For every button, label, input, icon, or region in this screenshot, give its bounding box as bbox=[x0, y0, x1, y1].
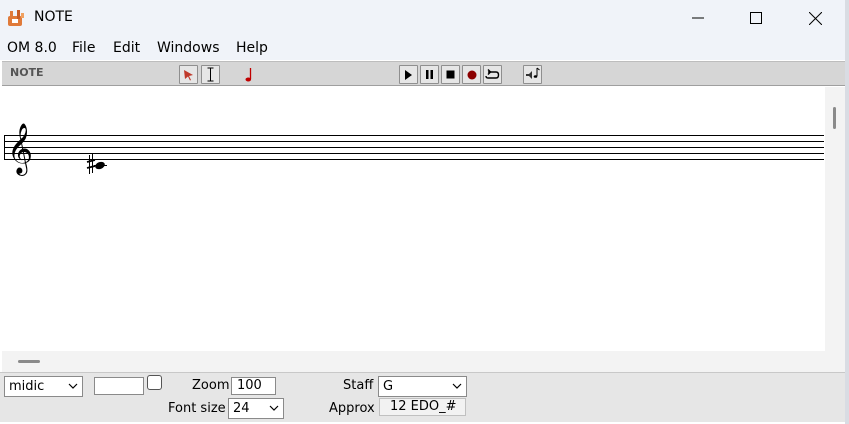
staff-select[interactable]: G bbox=[378, 376, 467, 397]
menu-edit[interactable]: Edit bbox=[113, 40, 140, 56]
zoom-input[interactable]: 100 bbox=[231, 377, 276, 395]
mode-select-value: midic bbox=[9, 379, 45, 394]
close-button[interactable] bbox=[786, 0, 844, 36]
title-bar: NOTE bbox=[0, 0, 849, 36]
chevron-down-icon bbox=[68, 383, 78, 389]
play-icon bbox=[405, 69, 412, 80]
menu-file[interactable]: File bbox=[72, 40, 95, 56]
text-tool-button[interactable] bbox=[201, 65, 220, 84]
note-editor-window: NOTE OM 8.0 File Edit Windows Help NOTE bbox=[0, 0, 849, 424]
minimize-icon bbox=[692, 17, 704, 19]
horizontal-scrollbar[interactable] bbox=[2, 351, 845, 372]
fontsize-label: Font size bbox=[168, 401, 226, 416]
loop-button[interactable] bbox=[483, 65, 502, 84]
record-icon bbox=[467, 70, 476, 79]
play-button[interactable] bbox=[399, 65, 418, 84]
openmusic-app-icon bbox=[8, 10, 24, 26]
speaker-note-icon bbox=[525, 67, 540, 79]
bottom-controls: midic Zoom 100 Font size 24 Staff G Appr… bbox=[0, 372, 845, 422]
note-icon bbox=[245, 67, 251, 81]
stop-icon bbox=[446, 70, 455, 79]
select-arrow-icon bbox=[184, 70, 193, 81]
minimize-button[interactable] bbox=[669, 0, 727, 36]
note-tool-button[interactable] bbox=[239, 65, 258, 84]
text-cursor-icon bbox=[207, 67, 214, 82]
menu-windows[interactable]: Windows bbox=[157, 40, 220, 56]
fontsize-select-value: 24 bbox=[233, 401, 250, 416]
select-tool-button[interactable] bbox=[179, 65, 198, 84]
staff-svg: 𝄞 bbox=[4, 123, 824, 176]
pause-button[interactable] bbox=[420, 65, 439, 84]
window-title: NOTE bbox=[34, 9, 73, 25]
pause-icon bbox=[426, 70, 433, 79]
chevron-down-icon bbox=[452, 383, 462, 389]
sound-settings-button[interactable] bbox=[523, 65, 542, 84]
staff-select-value: G bbox=[383, 379, 394, 394]
treble-clef-icon: 𝄞 bbox=[7, 123, 33, 176]
toolbar-label: NOTE bbox=[10, 66, 44, 79]
staff-label: Staff bbox=[343, 378, 374, 393]
value-checkbox[interactable] bbox=[147, 375, 162, 390]
approx-label: Approx bbox=[329, 401, 375, 416]
zoom-label: Zoom bbox=[192, 378, 230, 393]
fontsize-select[interactable]: 24 bbox=[228, 398, 284, 419]
editor-toolbar: NOTE bbox=[2, 61, 845, 86]
close-icon bbox=[808, 11, 822, 25]
window-border bbox=[845, 0, 849, 424]
maximize-icon bbox=[750, 12, 762, 24]
score-canvas[interactable]: 𝄞 bbox=[2, 87, 825, 351]
maximize-button[interactable] bbox=[727, 0, 785, 36]
approx-button[interactable]: 12 EDO_# bbox=[379, 398, 466, 416]
menu-om[interactable]: OM 8.0 bbox=[7, 40, 57, 56]
loop-icon bbox=[485, 68, 500, 79]
mode-select[interactable]: midic bbox=[4, 376, 83, 397]
sharp-icon bbox=[86, 154, 96, 174]
vertical-scrollbar[interactable] bbox=[825, 87, 845, 351]
menu-bar: OM 8.0 File Edit Windows Help bbox=[0, 36, 849, 60]
vertical-scroll-thumb[interactable] bbox=[833, 107, 836, 129]
chevron-down-icon bbox=[269, 405, 279, 411]
note-head[interactable] bbox=[86, 154, 107, 174]
horizontal-scroll-thumb[interactable] bbox=[18, 360, 40, 363]
menu-help[interactable]: Help bbox=[236, 40, 268, 56]
record-button[interactable] bbox=[462, 65, 481, 84]
stop-button[interactable] bbox=[441, 65, 460, 84]
value-input[interactable] bbox=[94, 377, 144, 395]
staff-lines bbox=[4, 135, 824, 160]
